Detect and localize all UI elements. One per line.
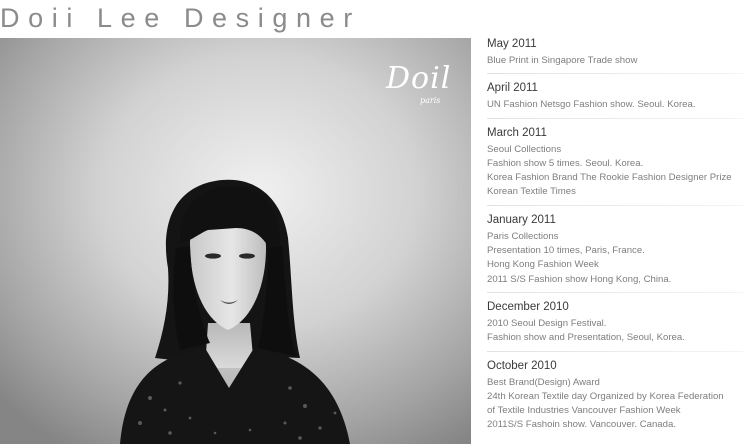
timeline-detail: of Textile Industries Vancouver Fashion … xyxy=(487,405,681,417)
timeline-detail: Korea Fashion Brand The Rookie Fashion D… xyxy=(487,172,732,184)
timeline-entry: October 2010 Best Brand(Design) Award 24… xyxy=(487,358,743,433)
brand-logo: Doil xyxy=(386,61,452,96)
timeline-detail: Best Brand(Design) Award xyxy=(487,376,600,388)
divider xyxy=(487,73,743,75)
timeline-date: March 2011 xyxy=(487,126,547,139)
divider xyxy=(487,291,743,293)
timeline-detail: UN Fashion Netsgo Fashion show. Seoul. K… xyxy=(487,99,696,111)
timeline-date: December 2010 xyxy=(487,300,569,313)
timeline-entry: December 2010 2010 Seoul Design Festival… xyxy=(487,299,743,346)
timeline-detail: Presentation 10 times, Paris, France. xyxy=(487,245,645,257)
portrait-illustration xyxy=(0,38,471,444)
brand-logo-subtitle: paris xyxy=(420,96,441,105)
career-timeline: May 2011 Blue Print in Singapore Trade s… xyxy=(487,36,743,433)
timeline-date: January 2011 xyxy=(487,213,556,226)
site-title: Doii Lee Designer xyxy=(0,3,361,33)
timeline-detail: Fashion show 5 times. Seoul. Korea. xyxy=(487,157,644,169)
divider xyxy=(487,350,743,352)
timeline-date: October 2010 xyxy=(487,359,557,372)
timeline-date: April 2011 xyxy=(487,82,538,95)
timeline-detail: Fashion show and Presentation, Seoul, Ko… xyxy=(487,332,685,344)
timeline-detail: Seoul Collections xyxy=(487,143,562,155)
timeline-detail: Hong Kong Fashion Week xyxy=(487,259,599,271)
timeline-detail: Korean Textile Times xyxy=(487,186,576,198)
designer-portrait-photo: Doil paris xyxy=(0,38,471,444)
timeline-detail: 24th Korean Textile day Organized by Kor… xyxy=(487,390,724,402)
timeline-detail: 2011 S/S Fashion show Hong Kong, China. xyxy=(487,273,672,285)
timeline-entry: March 2011 Seoul Collections Fashion sho… xyxy=(487,125,743,200)
timeline-detail: 2011S/S Fashoin show. Vancouver. Canada. xyxy=(487,419,676,431)
divider xyxy=(487,204,743,206)
timeline-entry: January 2011 Paris Collections Presentat… xyxy=(487,212,743,287)
timeline-entry: April 2011 UN Fashion Netsgo Fashion sho… xyxy=(487,80,743,112)
timeline-detail: 2010 Seoul Design Festival. xyxy=(487,317,607,329)
divider xyxy=(487,117,743,119)
timeline-detail: Blue Print in Singapore Trade show xyxy=(487,55,638,66)
timeline-entry: May 2011 Blue Print in Singapore Trade s… xyxy=(487,36,743,68)
timeline-date: May 2011 xyxy=(487,38,537,50)
timeline-detail: Paris Collections xyxy=(487,230,559,242)
